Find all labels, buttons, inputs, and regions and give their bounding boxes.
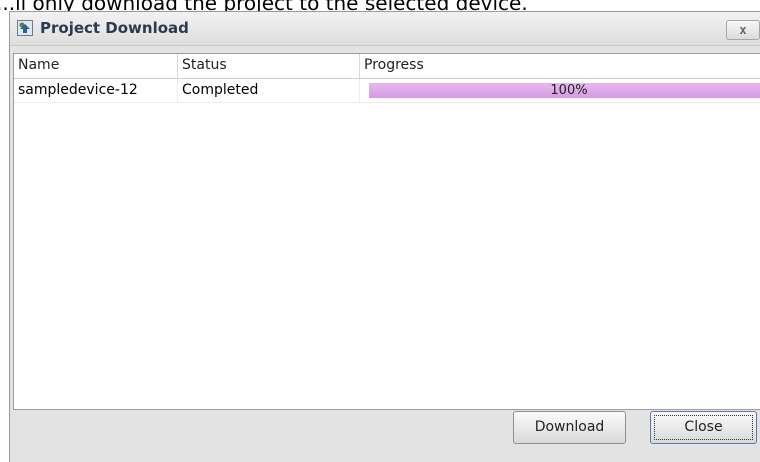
column-header-progress[interactable]: Progress: [360, 54, 760, 78]
status-cell: Completed: [178, 79, 360, 102]
progress-bar: 100%: [369, 83, 760, 98]
device-grid: Name Status Progress sampledevice-12 Com…: [13, 53, 760, 410]
focus-ring: [654, 415, 753, 440]
close-icon[interactable]: x: [726, 20, 760, 40]
dialog-titlebar[interactable]: Project Download x: [10, 12, 760, 46]
column-header-name[interactable]: Name: [14, 54, 178, 78]
progress-label: 100%: [550, 83, 588, 98]
table-row[interactable]: sampledevice-12 Completed 100%: [14, 79, 760, 103]
device-name-cell: sampledevice-12: [14, 79, 178, 102]
grid-header: Name Status Progress: [14, 54, 760, 79]
dialog-title: Project Download: [40, 19, 189, 37]
project-download-dialog: Project Download x Name Status Progress …: [9, 11, 760, 462]
column-header-status[interactable]: Status: [178, 54, 360, 78]
download-button[interactable]: Download: [513, 411, 626, 444]
project-download-icon: [17, 20, 33, 36]
close-button[interactable]: Close: [650, 411, 757, 444]
